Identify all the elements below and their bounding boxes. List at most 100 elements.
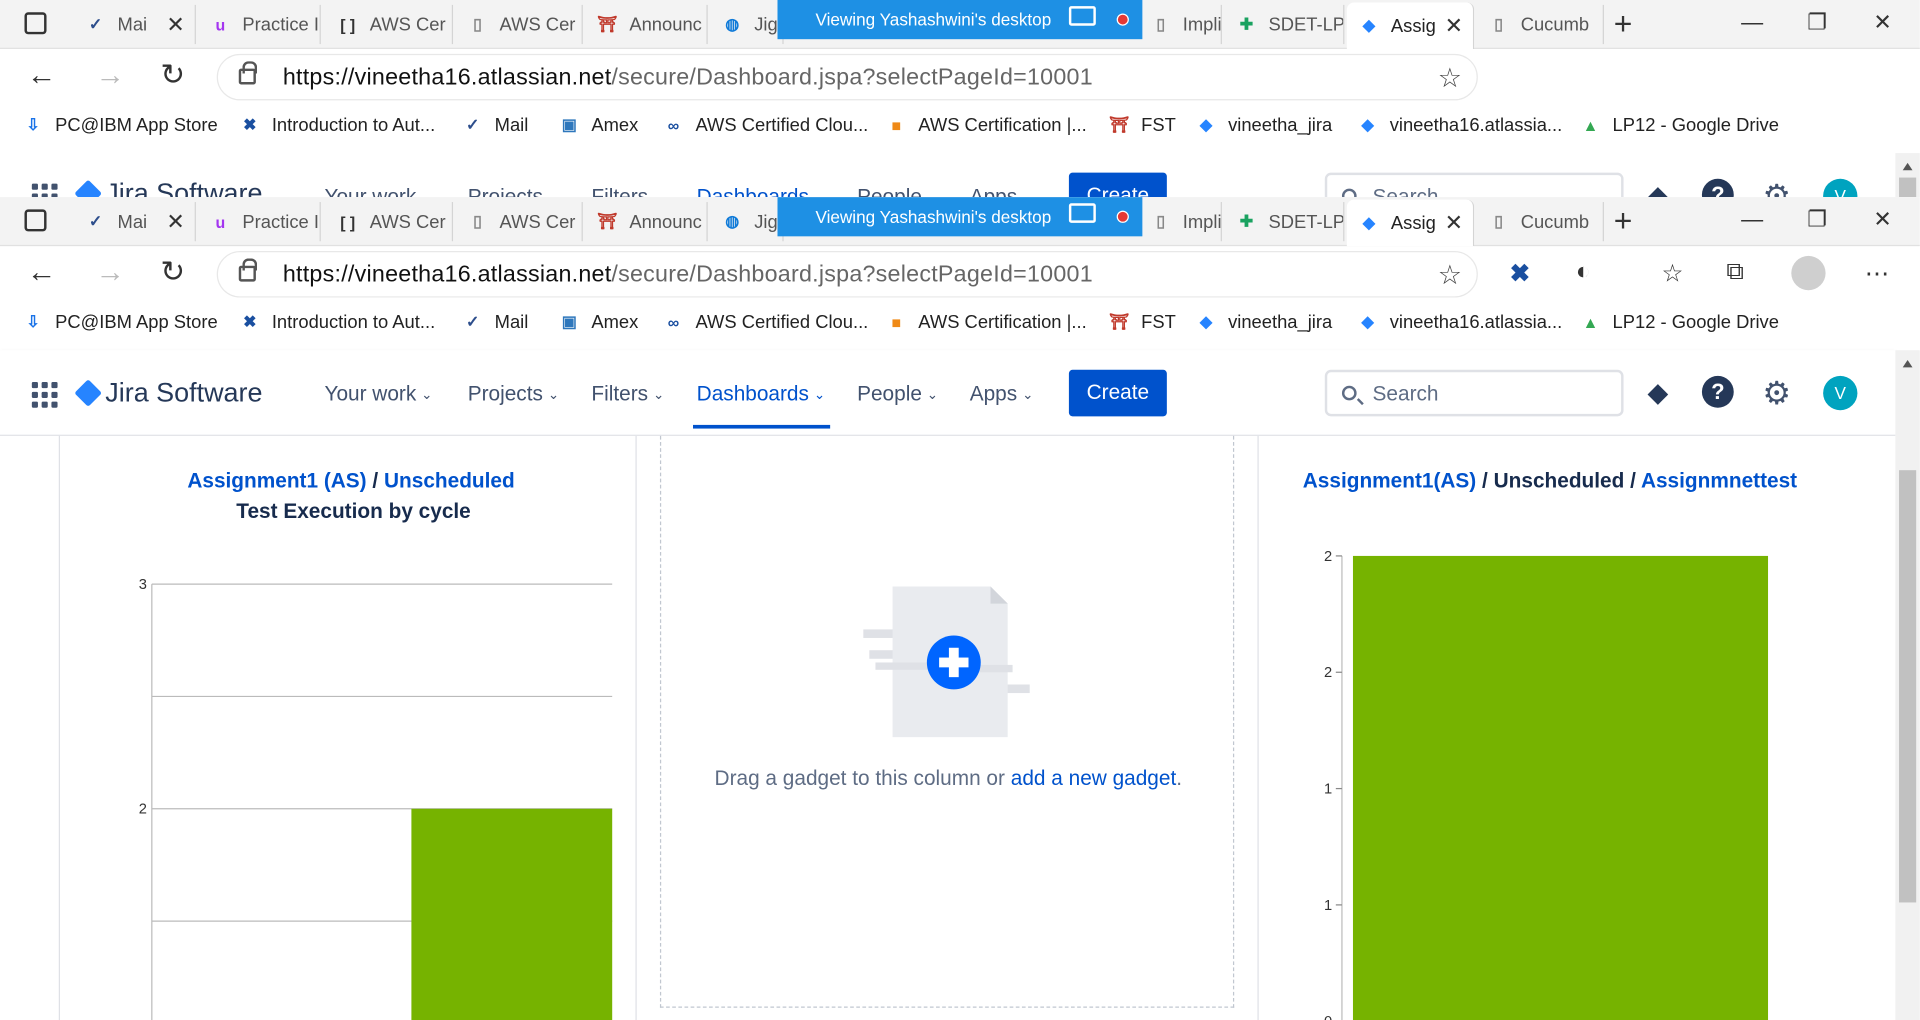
help-icon[interactable]: ? bbox=[1701, 375, 1734, 408]
tab-0[interactable]: ✓ Mai ✕ bbox=[73, 202, 196, 242]
refresh-icon[interactable]: ↻ bbox=[160, 61, 185, 90]
lock-icon[interactable] bbox=[238, 61, 258, 85]
add-new-gadget-link[interactable]: add a new gadget bbox=[1011, 767, 1177, 790]
tab-7[interactable]: ✚ SDET-LP- bbox=[1224, 4, 1345, 45]
nav-apps[interactable]: Apps⌄ bbox=[970, 185, 1034, 197]
bookmark-item[interactable]: ⛩ FST bbox=[1107, 113, 1176, 137]
bookmark-item[interactable]: ▣ Amex bbox=[557, 113, 639, 137]
tab-3[interactable]: ▯ AWS Cer bbox=[455, 4, 583, 45]
favorite-add-icon[interactable]: ☆ bbox=[1438, 62, 1462, 94]
nav-people[interactable]: People⌄ bbox=[857, 185, 938, 197]
project-link[interactable]: Assignment1 (AS) bbox=[187, 469, 366, 492]
nav-people[interactable]: People⌄ bbox=[857, 382, 938, 406]
address-bar[interactable]: https://vineetha16.atlassian.net/secure/… bbox=[216, 251, 1478, 298]
jira-logo[interactable]: Jira Software bbox=[74, 377, 262, 409]
tab-5[interactable]: ◍ Jig bbox=[710, 202, 784, 242]
bookmark-item[interactable]: ✓ Mail bbox=[460, 113, 528, 137]
user-avatar[interactable]: V bbox=[1823, 375, 1858, 411]
bookmark-item[interactable]: ▲ LP12 - Google Drive bbox=[1578, 310, 1779, 334]
tab-9[interactable]: ▯ Cucumb bbox=[1477, 202, 1604, 242]
tab-3[interactable]: ▯ AWS Cer bbox=[455, 202, 583, 242]
close-tab-icon[interactable]: ✕ bbox=[1445, 13, 1463, 39]
nav-projects[interactable]: Projects⌄ bbox=[468, 185, 559, 197]
tab-actions-icon[interactable] bbox=[24, 12, 47, 35]
bookmark-item[interactable]: ✖ Introduction to Aut... bbox=[238, 310, 435, 334]
create-button[interactable]: Create bbox=[1068, 369, 1167, 417]
bookmark-item[interactable]: ▣ Amex bbox=[557, 310, 639, 334]
monitor-icon[interactable] bbox=[1068, 203, 1096, 223]
user-avatar[interactable]: V bbox=[1823, 178, 1858, 198]
add-gadget-illustration-icon[interactable] bbox=[863, 586, 1034, 740]
empty-column-dropzone[interactable]: Drag a gadget to this column or add a ne… bbox=[659, 435, 1235, 1008]
more-menu-icon[interactable]: ⋯ bbox=[1865, 258, 1889, 289]
help-icon[interactable]: ? bbox=[1701, 178, 1734, 198]
background-scrollbar[interactable] bbox=[1895, 153, 1920, 198]
nav-dashboards[interactable]: Dashboards⌄ bbox=[697, 185, 825, 197]
search-input[interactable]: Search bbox=[1324, 172, 1624, 198]
folder-link[interactable]: Assignmnettest bbox=[1641, 469, 1797, 492]
bookmark-item[interactable]: ■ AWS Certification |... bbox=[884, 310, 1086, 334]
nav-your-work[interactable]: Your work⌄ bbox=[324, 382, 432, 406]
tab-4[interactable]: ⛩ Announc bbox=[585, 4, 708, 45]
app-switcher-icon[interactable] bbox=[31, 183, 58, 198]
close-tab-icon[interactable]: ✕ bbox=[166, 209, 184, 235]
tab-actions-icon[interactable] bbox=[24, 209, 47, 232]
page-scrollbar[interactable] bbox=[1895, 350, 1920, 1020]
nav-apps[interactable]: Apps⌄ bbox=[970, 382, 1034, 406]
notifications-icon[interactable]: ◆ bbox=[1641, 376, 1675, 410]
back-icon[interactable]: ← bbox=[27, 61, 56, 90]
tab-6[interactable]: ▯ Implicit V bbox=[1139, 4, 1222, 45]
close-window-icon[interactable]: ✕ bbox=[1873, 10, 1891, 36]
collections-icon[interactable]: ⧉ bbox=[1726, 258, 1743, 286]
x-extension-icon[interactable]: ✖ bbox=[1510, 258, 1531, 289]
settings-icon[interactable]: ⚙ bbox=[1759, 177, 1793, 197]
cycle-link[interactable]: Unscheduled bbox=[384, 469, 515, 492]
back-icon[interactable]: ← bbox=[27, 258, 56, 287]
new-tab-icon[interactable]: + bbox=[1614, 204, 1633, 236]
close-tab-icon[interactable]: ✕ bbox=[1445, 210, 1463, 236]
restore-icon[interactable]: ❐ bbox=[1807, 10, 1827, 36]
bookmark-item[interactable]: ◆ vineetha_jira bbox=[1194, 310, 1332, 334]
refresh-icon[interactable]: ↻ bbox=[160, 258, 185, 287]
nav-dashboards[interactable]: Dashboards⌄ bbox=[693, 382, 831, 429]
close-window-icon[interactable]: ✕ bbox=[1873, 207, 1891, 233]
tab-8[interactable]: ◆ Assig ✕ bbox=[1346, 2, 1475, 49]
bookmark-item[interactable]: ⛩ FST bbox=[1107, 310, 1176, 334]
bookmark-item[interactable]: ∞ AWS Certified Clou... bbox=[661, 310, 869, 334]
scroll-up-icon[interactable] bbox=[1902, 162, 1913, 171]
lock-icon[interactable] bbox=[238, 258, 258, 282]
settings-icon[interactable]: ⚙ bbox=[1759, 374, 1793, 411]
close-tab-icon[interactable]: ✕ bbox=[166, 12, 184, 38]
notifications-icon[interactable]: ◆ bbox=[1641, 179, 1675, 197]
nav-projects[interactable]: Projects⌄ bbox=[468, 382, 559, 406]
tab-5[interactable]: ◍ Jig bbox=[710, 4, 784, 45]
bookmark-item[interactable]: ■ AWS Certification |... bbox=[884, 113, 1086, 137]
tab-8[interactable]: ◆ Assig ✕ bbox=[1346, 199, 1475, 247]
bookmark-item[interactable]: ◆ vineetha16.atlassia... bbox=[1355, 113, 1563, 137]
forward-icon[interactable]: → bbox=[96, 258, 125, 287]
scroll-thumb[interactable] bbox=[1899, 470, 1917, 903]
browser-profile-avatar[interactable] bbox=[1791, 255, 1826, 291]
project-link[interactable]: Assignment1(AS) bbox=[1303, 469, 1476, 492]
bookmark-item[interactable]: ⇩ PC@IBM App Store bbox=[21, 310, 217, 334]
nav-filters[interactable]: Filters⌄ bbox=[591, 185, 664, 197]
app-switcher-icon[interactable] bbox=[31, 382, 58, 408]
favorite-add-icon[interactable]: ☆ bbox=[1438, 260, 1462, 292]
address-bar[interactable]: https://vineetha16.atlassian.net/secure/… bbox=[216, 53, 1478, 101]
scroll-up-icon[interactable] bbox=[1902, 360, 1913, 368]
tab-6[interactable]: ▯ Implicit V bbox=[1139, 202, 1222, 242]
tab-1[interactable]: u Practice I bbox=[198, 4, 321, 45]
new-tab-icon[interactable]: + bbox=[1614, 7, 1633, 39]
bookmark-item[interactable]: ✓ Mail bbox=[460, 310, 528, 334]
extension-circle-icon[interactable]: ◐ bbox=[1576, 258, 1591, 286]
tab-7[interactable]: ✚ SDET-LP- bbox=[1224, 202, 1345, 242]
tab-4[interactable]: ⛩ Announc bbox=[585, 202, 708, 242]
scroll-thumb[interactable] bbox=[1899, 177, 1917, 198]
tab-2[interactable]: [ ] AWS Cer bbox=[326, 202, 454, 242]
favorites-icon[interactable]: ☆ bbox=[1662, 258, 1684, 289]
nav-filters[interactable]: Filters⌄ bbox=[591, 382, 664, 406]
bookmark-item[interactable]: ⇩ PC@IBM App Store bbox=[21, 113, 217, 137]
bookmark-item[interactable]: ◆ vineetha_jira bbox=[1194, 113, 1332, 137]
bookmark-item[interactable]: ▲ LP12 - Google Drive bbox=[1578, 113, 1779, 137]
tab-1[interactable]: u Practice I bbox=[198, 202, 321, 242]
